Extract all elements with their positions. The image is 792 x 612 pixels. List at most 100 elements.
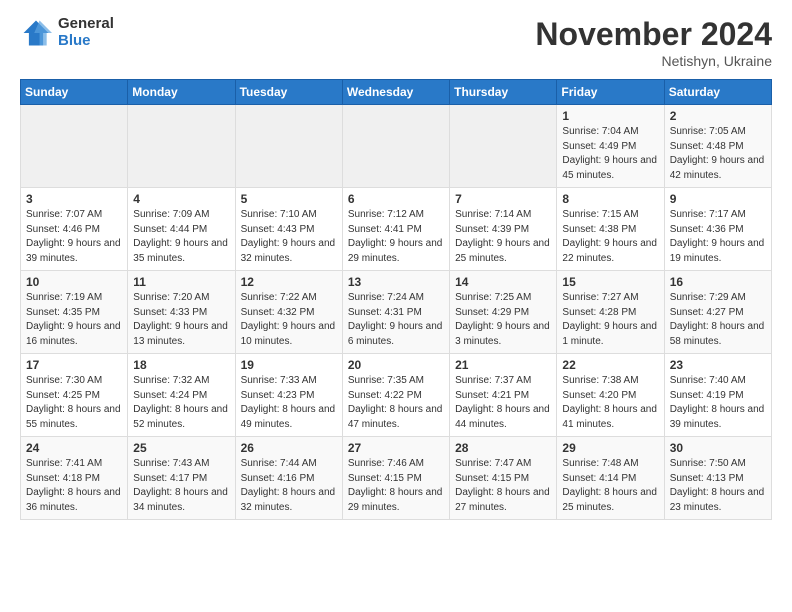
header: General Blue November 2024 Netishyn, Ukr… — [20, 16, 772, 69]
col-saturday: Saturday — [664, 80, 771, 105]
table-row: 13Sunrise: 7:24 AM Sunset: 4:31 PM Dayli… — [342, 271, 449, 354]
day-info: Sunrise: 7:47 AM Sunset: 4:15 PM Dayligh… — [455, 457, 551, 515]
day-number: 27 — [348, 441, 444, 455]
day-number: 5 — [241, 192, 337, 206]
table-row: 3 Sunrise: 7:07 AM Sunset: 4:46 PM Daylig… — [21, 188, 128, 271]
table-row: 20Sunrise: 7:35 AM Sunset: 4:22 PM Dayli… — [342, 354, 449, 437]
col-sunday: Sunday — [21, 80, 128, 105]
calendar-week-2: 3 Sunrise: 7:07 AM Sunset: 4:46 PM Daylig… — [21, 188, 772, 271]
table-row: 28 Sunrise: 7:47 AM Sunset: 4:15 PM Dayli… — [450, 437, 557, 520]
logo-icon — [20, 17, 52, 49]
col-thursday: Thursday — [450, 80, 557, 105]
day-info: Sunrise: 7:48 AM Sunset: 4:14 PM Dayligh… — [562, 457, 658, 515]
table-row: 14Sunrise: 7:25 AM Sunset: 4:29 PM Dayli… — [450, 271, 557, 354]
table-row: 18 Sunrise: 7:32 AM Sunset: 4:24 PM Dayli… — [128, 354, 235, 437]
header-row: Sunday Monday Tuesday Wednesday Thursday… — [21, 80, 772, 105]
table-row — [342, 105, 449, 188]
table-row: 1 Sunrise: 7:04 AM Sunset: 4:49 PM Daylig… — [557, 105, 664, 188]
table-row: 8 Sunrise: 7:15 AM Sunset: 4:38 PM Daylig… — [557, 188, 664, 271]
table-row: 11 Sunrise: 7:20 AM Sunset: 4:33 PM Dayli… — [128, 271, 235, 354]
day-info: Sunrise: 7:04 AM Sunset: 4:49 PM Dayligh… — [562, 125, 658, 183]
table-row: 9 Sunrise: 7:17 AM Sunset: 4:36 PM Daylig… — [664, 188, 771, 271]
table-row: 4Sunrise: 7:09 AM Sunset: 4:44 PM Daylig… — [128, 188, 235, 271]
table-row — [450, 105, 557, 188]
day-info: Sunrise: 7:37 AM Sunset: 4:21 PM Dayligh… — [455, 374, 551, 432]
day-info: Sunrise: 7:22 AM Sunset: 4:32 PM Dayligh… — [241, 291, 337, 349]
table-row — [235, 105, 342, 188]
day-number: 1 — [562, 109, 658, 123]
day-info: Sunrise: 7:27 AM Sunset: 4:28 PM Dayligh… — [562, 291, 658, 349]
calendar-week-1: 1 Sunrise: 7:04 AM Sunset: 4:49 PM Daylig… — [21, 105, 772, 188]
day-info: Sunrise: 7:10 AM Sunset: 4:43 PM Dayligh… — [241, 208, 337, 266]
day-info: Sunrise: 7:15 AM Sunset: 4:38 PM Dayligh… — [562, 208, 658, 266]
col-tuesday: Tuesday — [235, 80, 342, 105]
day-number: 13 — [348, 275, 444, 289]
calendar-week-4: 17 Sunrise: 7:30 AM Sunset: 4:25 PM Dayli… — [21, 354, 772, 437]
day-number: 17 — [26, 358, 122, 372]
day-number: 15 — [562, 275, 658, 289]
day-number: 23 — [670, 358, 766, 372]
table-row — [21, 105, 128, 188]
day-info: Sunrise: 7:32 AM Sunset: 4:24 PM Dayligh… — [133, 374, 229, 432]
day-info: Sunrise: 7:50 AM Sunset: 4:13 PM Dayligh… — [670, 457, 766, 515]
month-title: November 2024 — [535, 16, 772, 53]
table-row — [128, 105, 235, 188]
table-row: 5 Sunrise: 7:10 AM Sunset: 4:43 PM Daylig… — [235, 188, 342, 271]
day-number: 28 — [455, 441, 551, 455]
day-info: Sunrise: 7:12 AM Sunset: 4:41 PM Dayligh… — [348, 208, 444, 266]
table-row: 26Sunrise: 7:44 AM Sunset: 4:16 PM Dayli… — [235, 437, 342, 520]
table-row: 12 Sunrise: 7:22 AM Sunset: 4:32 PM Dayli… — [235, 271, 342, 354]
table-row: 16Sunrise: 7:29 AM Sunset: 4:27 PM Dayli… — [664, 271, 771, 354]
day-number: 29 — [562, 441, 658, 455]
day-number: 21 — [455, 358, 551, 372]
day-number: 8 — [562, 192, 658, 206]
day-info: Sunrise: 7:20 AM Sunset: 4:33 PM Dayligh… — [133, 291, 229, 349]
day-info: Sunrise: 7:40 AM Sunset: 4:19 PM Dayligh… — [670, 374, 766, 432]
table-row: 25 Sunrise: 7:43 AM Sunset: 4:17 PM Dayli… — [128, 437, 235, 520]
day-info: Sunrise: 7:41 AM Sunset: 4:18 PM Dayligh… — [26, 457, 122, 515]
day-info: Sunrise: 7:17 AM Sunset: 4:36 PM Dayligh… — [670, 208, 766, 266]
day-number: 3 — [26, 192, 122, 206]
table-row: 10Sunrise: 7:19 AM Sunset: 4:35 PM Dayli… — [21, 271, 128, 354]
day-info: Sunrise: 7:29 AM Sunset: 4:27 PM Dayligh… — [670, 291, 766, 349]
calendar-header: Sunday Monday Tuesday Wednesday Thursday… — [21, 80, 772, 105]
title-block: November 2024 Netishyn, Ukraine — [535, 16, 772, 69]
calendar-body: 1 Sunrise: 7:04 AM Sunset: 4:49 PM Daylig… — [21, 105, 772, 520]
col-monday: Monday — [128, 80, 235, 105]
day-info: Sunrise: 7:19 AM Sunset: 4:35 PM Dayligh… — [26, 291, 122, 349]
day-info: Sunrise: 7:44 AM Sunset: 4:16 PM Dayligh… — [241, 457, 337, 515]
day-number: 24 — [26, 441, 122, 455]
table-row: 30Sunrise: 7:50 AM Sunset: 4:13 PM Dayli… — [664, 437, 771, 520]
day-info: Sunrise: 7:33 AM Sunset: 4:23 PM Dayligh… — [241, 374, 337, 432]
day-number: 20 — [348, 358, 444, 372]
table-row: 6Sunrise: 7:12 AM Sunset: 4:41 PM Daylig… — [342, 188, 449, 271]
day-number: 11 — [133, 275, 229, 289]
day-info: Sunrise: 7:30 AM Sunset: 4:25 PM Dayligh… — [26, 374, 122, 432]
table-row: 7Sunrise: 7:14 AM Sunset: 4:39 PM Daylig… — [450, 188, 557, 271]
table-row: 19 Sunrise: 7:33 AM Sunset: 4:23 PM Dayli… — [235, 354, 342, 437]
day-info: Sunrise: 7:38 AM Sunset: 4:20 PM Dayligh… — [562, 374, 658, 432]
day-number: 12 — [241, 275, 337, 289]
col-friday: Friday — [557, 80, 664, 105]
day-number: 25 — [133, 441, 229, 455]
day-number: 2 — [670, 109, 766, 123]
day-number: 7 — [455, 192, 551, 206]
day-info: Sunrise: 7:07 AM Sunset: 4:46 PM Dayligh… — [26, 208, 122, 266]
logo: General Blue — [20, 16, 114, 49]
table-row: 17 Sunrise: 7:30 AM Sunset: 4:25 PM Dayli… — [21, 354, 128, 437]
table-row: 23 Sunrise: 7:40 AM Sunset: 4:19 PM Dayli… — [664, 354, 771, 437]
day-info: Sunrise: 7:43 AM Sunset: 4:17 PM Dayligh… — [133, 457, 229, 515]
page: General Blue November 2024 Netishyn, Ukr… — [0, 0, 792, 612]
table-row: 27Sunrise: 7:46 AM Sunset: 4:15 PM Dayli… — [342, 437, 449, 520]
day-number: 4 — [133, 192, 229, 206]
col-wednesday: Wednesday — [342, 80, 449, 105]
day-number: 9 — [670, 192, 766, 206]
logo-blue-label: Blue — [58, 33, 114, 50]
table-row: 22 Sunrise: 7:38 AM Sunset: 4:20 PM Dayli… — [557, 354, 664, 437]
location: Netishyn, Ukraine — [535, 53, 772, 69]
logo-text: General Blue — [58, 16, 114, 49]
day-number: 19 — [241, 358, 337, 372]
table-row: 2Sunrise: 7:05 AM Sunset: 4:48 PM Daylig… — [664, 105, 771, 188]
day-number: 22 — [562, 358, 658, 372]
day-number: 18 — [133, 358, 229, 372]
